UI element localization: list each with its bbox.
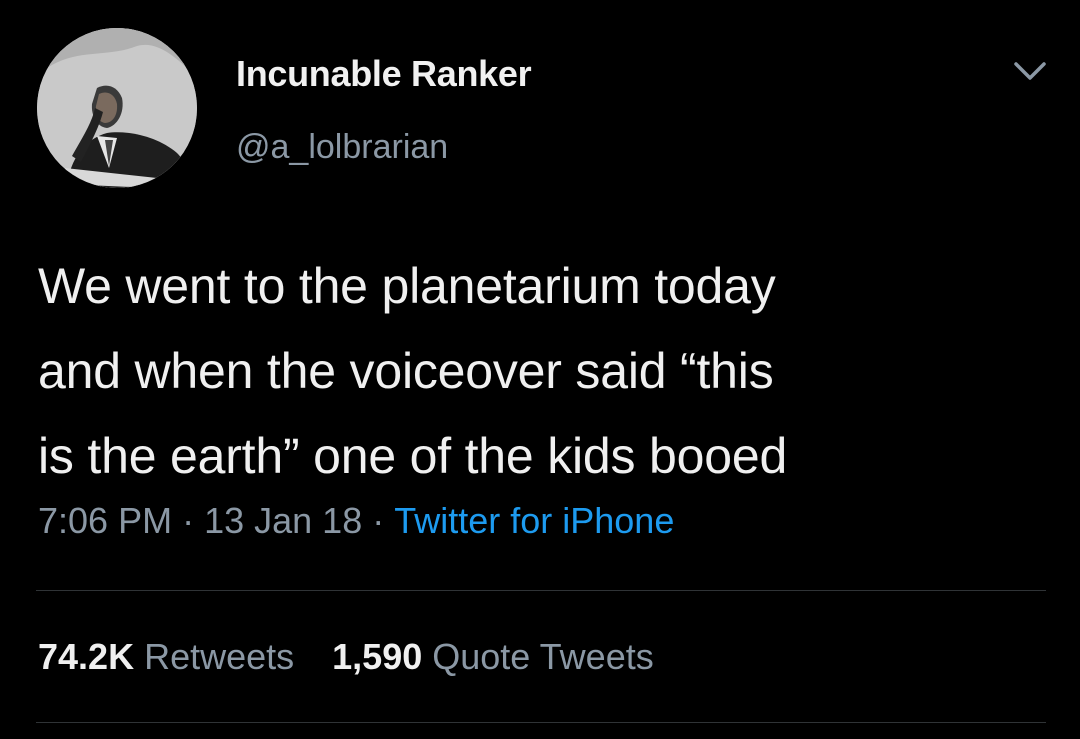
tweet-time[interactable]: 7:06 PM [38,500,172,541]
author-handle[interactable]: @a_lolbrarian [236,128,448,167]
tweet-date[interactable]: 13 Jan 18 [204,500,362,541]
divider [36,722,1046,723]
meta-separator: · [372,500,385,541]
divider [36,590,1046,591]
chevron-down-icon[interactable] [1010,56,1050,86]
tweet-text-line: We went to the planetarium today [38,258,776,314]
tweet-source-link[interactable]: Twitter for iPhone [394,500,674,541]
tweet-text-line: is the earth” one of the kids booed [38,428,788,484]
meta-separator: · [182,500,195,541]
tweet-stats: 74.2K Retweets 1,590 Quote Tweets [38,636,654,678]
tweet-meta: 7:06 PM · 13 Jan 18 · Twitter for iPhone [38,500,674,542]
tweet-card: Incunable Ranker @a_lolbrarian We went t… [0,0,1080,739]
retweets-label: Retweets [144,636,295,677]
quote-tweets-count: 1,590 [332,636,423,677]
quote-tweets-label: Quote Tweets [432,636,654,677]
tweet-text-line: and when the voiceover said “this [38,343,774,399]
avatar-photo [37,28,197,188]
author-name[interactable]: Incunable Ranker [236,53,532,95]
retweets-count: 74.2K [38,636,135,677]
avatar[interactable] [37,28,197,188]
tweet-text: We went to the planetarium today and whe… [38,244,1058,499]
quote-tweets-stat[interactable]: 1,590 Quote Tweets [332,636,654,677]
retweets-stat[interactable]: 74.2K Retweets [38,636,294,677]
